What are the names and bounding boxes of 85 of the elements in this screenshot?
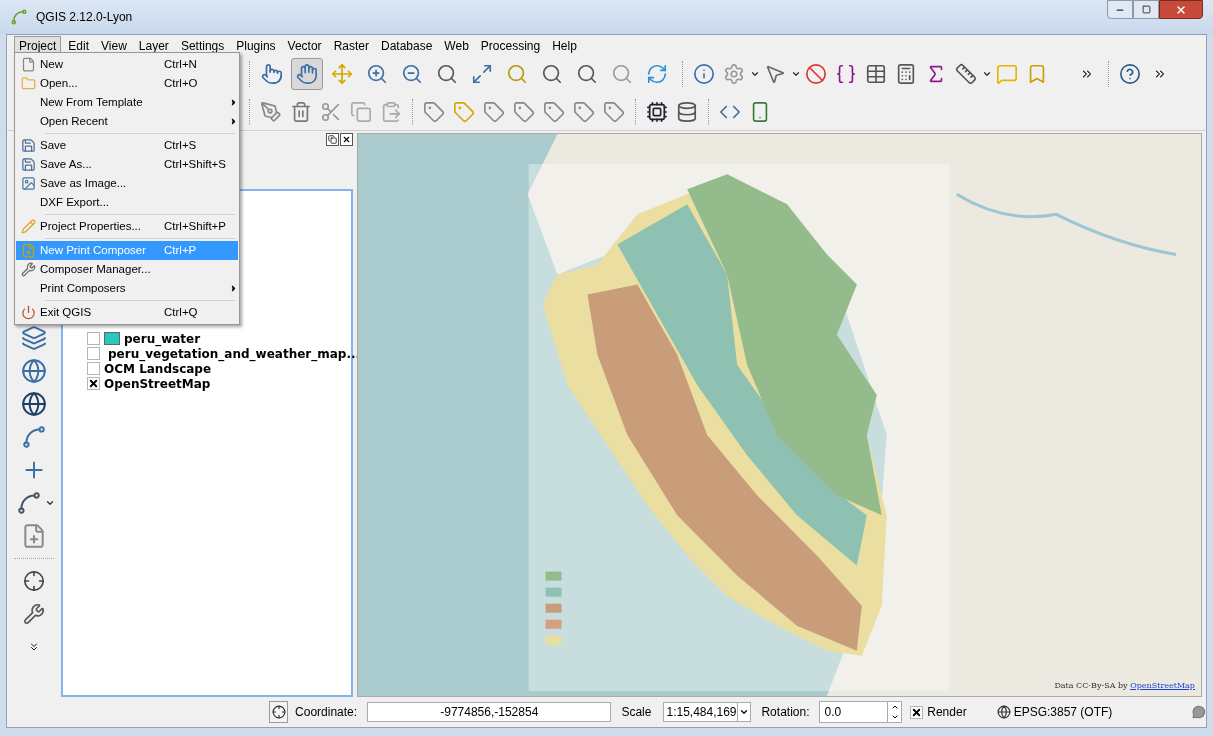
page-icon xyxy=(20,243,36,258)
app-logo-icon xyxy=(10,8,28,26)
coordinate-label: Coordinate: xyxy=(295,704,358,721)
menu-item[interactable]: Processing xyxy=(475,36,546,54)
document-icon xyxy=(20,57,36,72)
messages-icon[interactable] xyxy=(1192,704,1206,720)
menu-item[interactable]: Web xyxy=(439,36,474,54)
zoom-out-icon xyxy=(401,63,423,85)
menu-item[interactable]: Exit QGIS Ctrl+Q xyxy=(16,303,238,322)
layer-checkbox[interactable] xyxy=(87,377,100,390)
window-title: QGIS 2.12.0-Lyon xyxy=(36,9,133,26)
render-checkbox[interactable] xyxy=(910,705,924,719)
menu-item[interactable]: Open Recent xyxy=(16,112,238,131)
close-panel-button[interactable] xyxy=(340,133,353,146)
image-icon xyxy=(20,176,36,191)
menu-item[interactable]: Settings xyxy=(175,36,230,54)
magnifier-icon xyxy=(541,63,563,85)
menu-item[interactable]: Database xyxy=(375,36,438,54)
expand-arrows-icon xyxy=(471,63,493,85)
map-attribution: Data CC-By-SA by OpenStreetMap xyxy=(1054,680,1195,692)
globe-icon xyxy=(996,705,1011,719)
caret-icon[interactable] xyxy=(750,69,760,79)
close-button[interactable] xyxy=(1159,0,1203,19)
move-arrows-icon xyxy=(331,63,353,85)
scale-label: Scale xyxy=(621,704,652,721)
caret-icon[interactable] xyxy=(44,498,55,508)
spin-up-icon[interactable] xyxy=(890,703,899,711)
layer-checkbox[interactable] xyxy=(87,347,100,360)
layer-checkbox[interactable] xyxy=(87,332,100,345)
magnifier-icon xyxy=(506,63,528,85)
rotation-spinbox[interactable]: 0.0 xyxy=(819,701,903,723)
attribution-link[interactable]: OpenStreetMap xyxy=(1130,681,1195,690)
spin-down-icon[interactable] xyxy=(890,713,899,721)
globe-icon[interactable] xyxy=(19,356,49,386)
menu-item[interactable]: Vector xyxy=(282,36,327,54)
caret-icon xyxy=(739,707,749,717)
scale-combo[interactable]: 1:15,484,169 xyxy=(663,702,752,722)
menu-item[interactable]: Save As... Ctrl+Shift+S xyxy=(16,155,238,174)
maximize-icon xyxy=(1141,5,1151,14)
close-icon xyxy=(1175,3,1187,16)
pan-hand-icon xyxy=(296,63,318,85)
coordinate-field[interactable]: -9774856,-152854 xyxy=(367,702,612,722)
crosshair-icon xyxy=(271,705,286,719)
menu-item[interactable]: Open... Ctrl+O xyxy=(16,74,238,93)
pencil-icon xyxy=(20,219,36,234)
menu-item[interactable]: New From Template xyxy=(16,93,238,112)
wrench-icon xyxy=(20,262,36,277)
float-panel-button[interactable] xyxy=(326,133,339,146)
menu-item[interactable]: Raster xyxy=(328,36,374,54)
layer-swatch-icon xyxy=(104,332,120,345)
menu-item[interactable]: Layer xyxy=(133,36,174,54)
crs-button[interactable]: EPSG:3857 (OTF) xyxy=(996,703,1113,721)
close-icon xyxy=(342,135,351,144)
menu-item[interactable]: Edit xyxy=(63,36,95,54)
menu-item[interactable]: Help xyxy=(547,36,582,54)
magnifier-icon xyxy=(576,63,598,85)
menu-item[interactable]: DXF Export... xyxy=(16,193,238,212)
magnifier-icon xyxy=(436,63,458,85)
render-label: Render xyxy=(927,704,967,721)
add-layer-icon[interactable] xyxy=(19,323,49,353)
caret-icon[interactable] xyxy=(982,69,992,79)
zoom-in-icon xyxy=(366,63,388,85)
menu-item[interactable]: Composer Manager... xyxy=(16,260,238,279)
pan-hand-button[interactable] xyxy=(291,58,323,90)
coordinate-mode-button[interactable] xyxy=(269,701,289,723)
float-icon xyxy=(328,135,337,144)
caret-icon[interactable] xyxy=(791,69,801,79)
power-icon xyxy=(20,305,36,320)
touch-hand-icon xyxy=(261,63,283,85)
rotation-label: Rotation: xyxy=(761,704,810,721)
menu-item[interactable]: Save Ctrl+S xyxy=(16,136,238,155)
layer-name[interactable]: peru_water xyxy=(124,329,201,348)
refresh-icon xyxy=(646,63,668,85)
menu-item[interactable]: New Ctrl+N xyxy=(16,55,238,74)
menu-item[interactable]: View xyxy=(96,36,132,54)
menu-item[interactable]: Save as Image... xyxy=(16,174,238,193)
magnifier-icon xyxy=(611,63,633,85)
menu-item[interactable]: Project Properties... Ctrl+Shift+P xyxy=(16,217,238,236)
minimize-button[interactable] xyxy=(1107,0,1133,19)
maximize-button[interactable] xyxy=(1133,0,1159,19)
folder-icon xyxy=(20,76,36,91)
menu-item[interactable]: Plugins xyxy=(231,36,281,54)
layer-checkbox[interactable] xyxy=(87,362,100,375)
menu-item[interactable]: Print Composers xyxy=(16,279,238,298)
globe-icon[interactable] xyxy=(19,389,49,419)
